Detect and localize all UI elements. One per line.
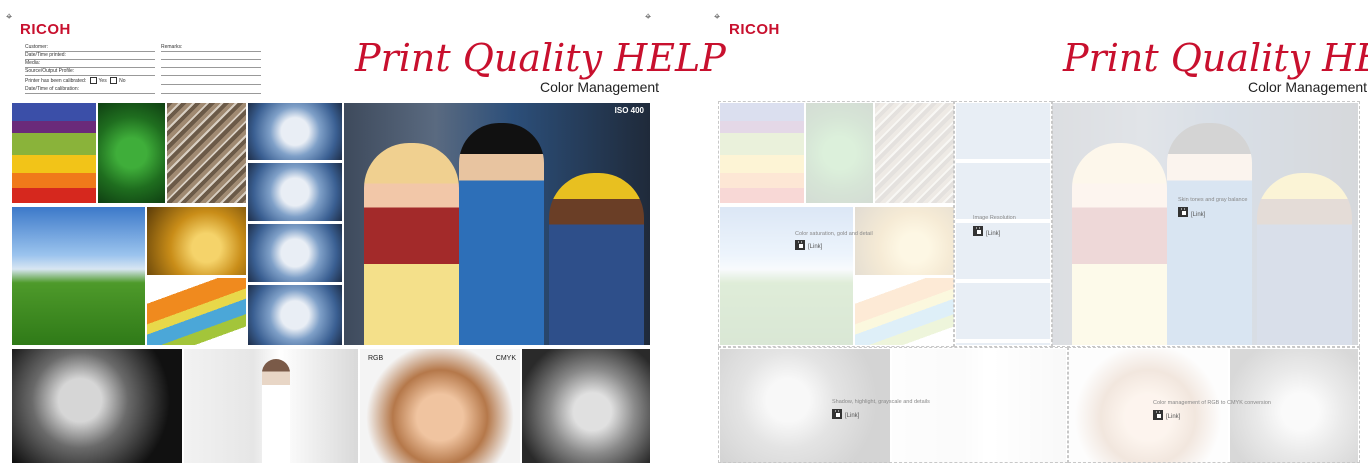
page-title: Print Quality HELP <box>355 36 726 80</box>
qr-code-icon[interactable] <box>1153 410 1163 420</box>
watch-image-1 <box>248 103 342 160</box>
calibration-datetime-field[interactable]: Date/Time of calibration: <box>25 85 155 94</box>
ricoh-logo: RICOH <box>20 21 71 38</box>
rgb-cmyk-link[interactable]: [Link] <box>1166 414 1180 420</box>
shadow-highlight-note: Shadow, highlight, grayscale and details <box>832 399 930 405</box>
fruit-berries-image <box>12 103 96 203</box>
image-resolution-note: Image Resolution <box>973 215 1016 221</box>
skin-tones-note: Skin tones and gray balance <box>1178 197 1248 203</box>
page-subtitle: Color Management <box>540 79 660 95</box>
musicians-portrait-image: ISO 400 <box>344 103 650 345</box>
watch-image-4 <box>248 285 342 345</box>
qr-code-icon[interactable] <box>1178 207 1188 217</box>
gold-coins-image <box>147 207 246 275</box>
rgb-portrait-image: RGB CMYK <box>360 349 520 463</box>
registration-mark-icon: ⌖ <box>6 10 13 23</box>
zone-skin-tones <box>1052 101 1360 347</box>
hay-bale-field-image <box>12 207 145 345</box>
watch-image-3 <box>248 224 342 282</box>
color-saturation-link[interactable]: [Link] <box>808 244 822 250</box>
remarks-line <box>161 76 261 85</box>
shadow-highlight-link[interactable]: [Link] <box>845 413 859 419</box>
woman-right-figure <box>549 173 644 345</box>
no-checkbox[interactable] <box>110 77 118 84</box>
woman-left-figure <box>364 143 459 345</box>
skin-tones-link[interactable]: [Link] <box>1191 212 1205 218</box>
zone-shadow-highlight <box>718 347 1068 463</box>
cmyk-label: CMYK <box>495 355 516 362</box>
registration-mark-icon: ⌖ <box>714 10 721 23</box>
bw-woman-portrait-image <box>12 349 182 463</box>
remarks-line <box>161 85 261 94</box>
zone-color-saturation <box>718 101 954 347</box>
qr-code-icon[interactable] <box>795 240 805 250</box>
profile-field[interactable]: Source/Output Profile: <box>25 67 155 76</box>
rgb-label: RGB <box>368 355 384 362</box>
colorful-towels-image <box>147 278 246 345</box>
calibrated-field: Printer has been calibrated: Yes No <box>25 77 126 84</box>
woman-middle-figure <box>459 123 544 345</box>
rope-image <box>167 103 246 203</box>
page-subtitle: Color Management <box>1248 79 1368 95</box>
registration-mark-icon: ⌖ <box>645 10 652 23</box>
rgb-cmyk-note: Color management of RGB to CMYK conversi… <box>1153 400 1271 406</box>
remarks-line <box>161 67 261 76</box>
iso-label: ISO 400 <box>614 106 644 115</box>
yes-checkbox[interactable] <box>89 77 97 84</box>
page-title: Print Quality HELP <box>1063 36 1368 80</box>
tree-frog-image <box>98 103 165 203</box>
qr-code-icon[interactable] <box>973 226 983 236</box>
cmyk-portrait-image <box>522 349 650 463</box>
bride-image <box>184 349 358 463</box>
image-resolution-link[interactable]: [Link] <box>986 231 1000 237</box>
color-saturation-note: Color saturation, gold and detail <box>795 231 873 237</box>
bride-figure <box>262 359 290 463</box>
zone-image-resolution <box>954 101 1052 347</box>
qr-code-icon[interactable] <box>832 409 842 419</box>
ricoh-logo: RICOH <box>729 21 780 38</box>
watch-image-2 <box>248 163 342 221</box>
